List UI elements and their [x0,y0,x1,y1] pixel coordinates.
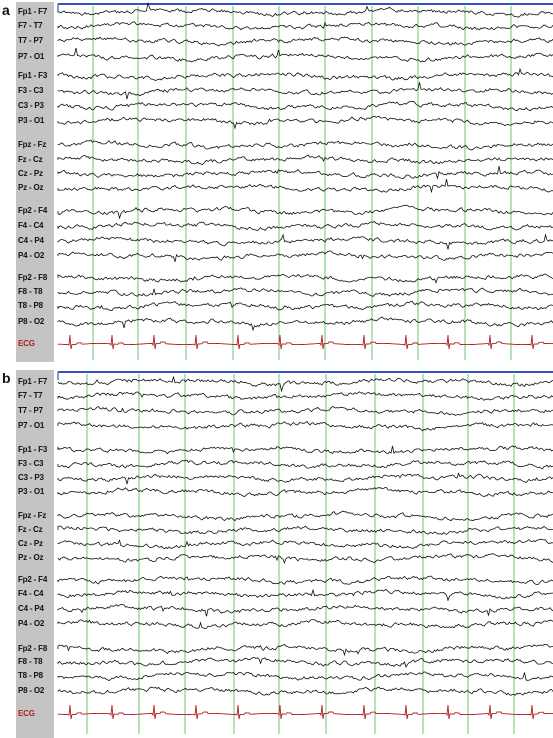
channel-label: Fp2 - F4 [18,575,48,584]
channel-label: Pz - Oz [18,183,44,192]
eeg-trace [57,525,553,535]
eeg-trace [57,82,553,100]
channel-label: Fp2 - F4 [18,206,48,215]
channel-label: Cz - Pz [18,539,43,548]
eeg-trace [57,538,553,550]
eeg-trace [57,575,553,585]
channel-label: C4 - P4 [18,236,44,245]
eeg-trace [57,21,553,31]
eeg-trace [57,115,553,130]
eeg-trace [57,472,553,485]
channel-label: Fp1 - F7 [18,377,48,386]
eeg-trace [57,139,553,151]
eeg-panel-b: b Fp1 - F7 F7 - T7 T7 - P7 P7 - O1 Fp1 - F3 F… [0,368,553,738]
eeg-trace [57,204,553,220]
ecg-label: ECG [18,339,35,348]
channel-label: P7 - O1 [18,421,45,430]
channel-label: Fp1 - F3 [18,71,48,80]
channel-label: Fz - Cz [18,155,43,164]
eeg-trace [57,316,553,332]
channel-label: F4 - C4 [18,589,44,598]
eeg-trace [57,553,553,565]
channel-label: C4 - P4 [18,604,44,613]
eeg-trace-area-a [57,2,553,360]
channel-label: F4 - C4 [18,221,44,230]
eeg-trace [57,67,553,82]
ecg-label: ECG [18,709,35,718]
channel-label: Fp1 - F3 [18,445,48,454]
eeg-trace [57,154,553,166]
eeg-panel-a: a Fp1 - F7 F7 - T7 T7 - P7 P7 - O1 Fp1 - F3 F… [0,0,553,362]
eeg-trace [57,445,553,455]
channel-label: P3 - O1 [18,487,45,496]
eeg-trace [57,166,553,180]
channel-label: P3 - O1 [18,116,45,125]
channel-label: Pz - Oz [18,553,44,562]
channel-label: P4 - O2 [18,251,45,260]
channel-label: F7 - T7 [18,21,43,30]
channel-label: F8 - T8 [18,287,43,296]
channel-label: P4 - O2 [18,619,45,628]
eeg-trace [57,250,553,263]
eeg-trace [57,391,553,401]
channel-label: T8 - P8 [18,671,43,680]
eeg-trace [57,686,553,696]
channel-label: C3 - P3 [18,473,44,482]
channel-label: P8 - O2 [18,686,45,695]
channel-label: Cz - Pz [18,169,43,178]
channel-label: Fpz - Fz [18,140,47,149]
eeg-trace [57,643,553,657]
eeg-trace-area-b [57,371,553,734]
eeg-trace [57,405,553,416]
eeg-trace [57,300,553,312]
channel-label: Fp1 - F7 [18,7,48,16]
eeg-trace [57,179,553,194]
channel-label: F7 - T7 [18,391,43,400]
channel-label: T8 - P8 [18,301,43,310]
eeg-trace [57,619,553,630]
eeg-trace [57,604,553,617]
eeg-trace [57,233,553,250]
eeg-trace [57,487,553,498]
eeg-trace [57,47,553,63]
eeg-trace [57,589,553,602]
eeg-trace [57,273,553,284]
eeg-trace [57,510,553,522]
ecg-trace [57,704,553,720]
channel-label: T7 - P7 [18,36,43,45]
eeg-trace [57,100,553,112]
eeg-trace [57,287,553,298]
channel-label: Fp2 - F8 [18,273,48,282]
channel-label: Fp2 - F8 [18,644,48,653]
channel-label: C3 - P3 [18,101,44,110]
channel-label: F3 - C3 [18,86,44,95]
channel-label: Fz - Cz [18,525,43,534]
channel-label: P7 - O1 [18,52,45,61]
channel-label: T7 - P7 [18,406,43,415]
channel-label: F8 - T8 [18,657,43,666]
channel-label: F3 - C3 [18,459,44,468]
channel-label: Fpz - Fz [18,511,47,520]
eeg-trace [57,656,553,668]
ecg-trace [57,334,553,350]
eeg-trace [57,671,553,682]
eeg-trace [57,221,553,232]
eeg-trace [57,36,553,47]
eeg-trace [57,375,553,393]
eeg-trace [57,420,553,432]
channel-label: P8 - O2 [18,317,45,326]
eeg-trace [57,459,553,470]
